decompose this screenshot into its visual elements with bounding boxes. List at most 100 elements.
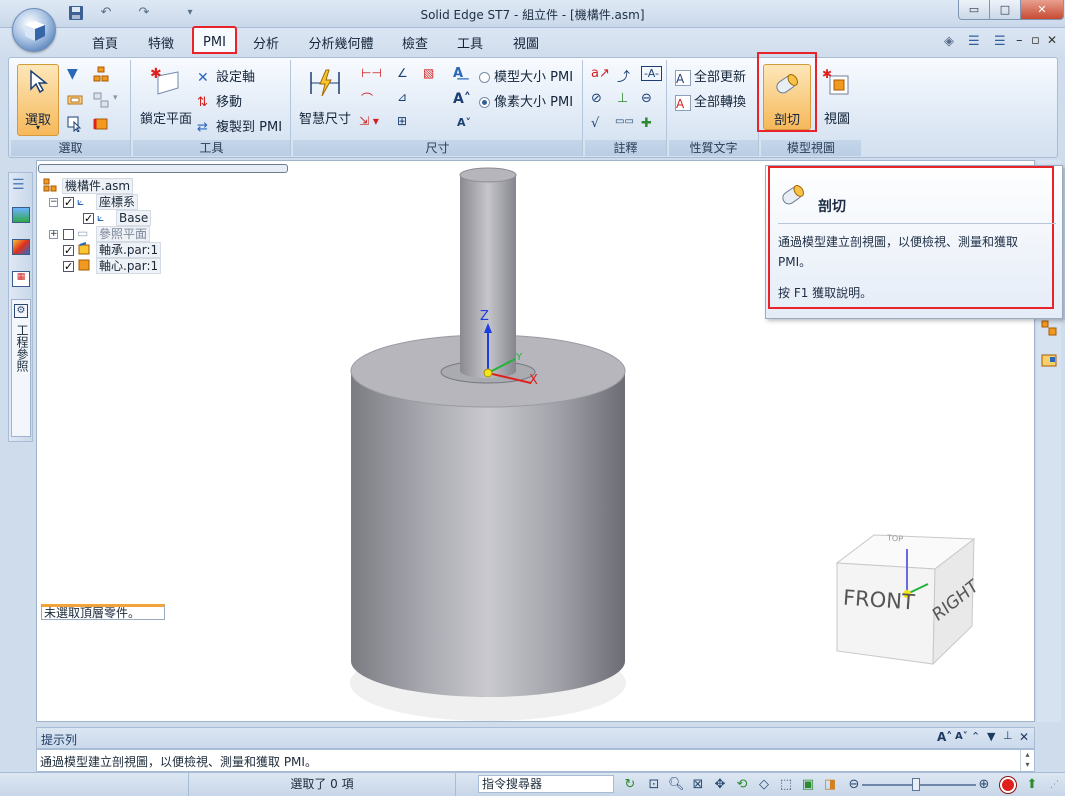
resize-grip-icon[interactable]: ⋰ [1050,780,1059,790]
select-group-dropdown-icon[interactable]: ▾ [93,92,123,110]
ribbon-options-icon[interactable]: ◈ [944,34,954,49]
select-parts-icon[interactable] [67,92,85,110]
cube-front-label[interactable]: FRONT [842,586,915,615]
callout-icon[interactable]: a↗ [591,66,610,81]
tree-item-bearing[interactable]: 軸承.par:1 [63,241,162,258]
section-button[interactable]: 剖切 [763,64,811,130]
prompt-menu-icon[interactable]: ▼ [987,730,995,743]
smart-dimension-button[interactable]: 智慧尺寸 [297,64,353,134]
model-size-pmi-radio[interactable] [479,72,490,83]
reference-planes-checkbox[interactable] [63,228,74,240]
doc-list-alt-icon[interactable]: ☰ [994,34,1006,49]
zoom-icon[interactable]: 🔍︎ [668,777,685,793]
leader-icon[interactable]: ⤴ [617,66,630,85]
minimize-button[interactable]: ▭ [958,0,990,20]
record-icon[interactable] [1000,777,1016,793]
cross-hatch-icon[interactable]: ✚ [641,116,652,131]
rotate-icon[interactable]: ⟲ [734,777,750,793]
symmetric-dimension-icon[interactable]: ⌒ [361,90,373,107]
tab-features[interactable]: 特徵 [138,35,184,55]
select-filter-icon[interactable]: ▼ [67,66,85,84]
move-button[interactable]: ⇅ 移動 [197,91,242,111]
tab-analysis[interactable]: 分析 [244,35,288,55]
assembly-library-icon[interactable] [1041,320,1057,336]
engineering-reference-tab[interactable]: ⚙ 工程參照 [11,299,31,437]
zoom-slider-thumb[interactable] [912,778,920,791]
decrease-text-icon[interactable]: A˅ [457,116,471,129]
select-button[interactable]: 選取 ▾ [17,64,59,136]
tree-item-coordinate-systems[interactable]: − ⟀ 座標系 [49,193,139,210]
tab-analysis-geometry[interactable]: 分析幾何體 [300,35,382,55]
spin-about-icon[interactable]: ◇ [756,777,772,793]
close-button[interactable]: ✕ [1020,0,1064,20]
tab-home[interactable]: 首頁 [80,35,130,55]
edge-condition-icon[interactable]: ▭▭ [615,116,634,127]
application-button[interactable] [12,8,56,52]
pixel-size-pmi-radio[interactable] [479,97,490,108]
fit-icon[interactable]: ⊠ [690,777,706,793]
update-all-button[interactable]: A 全部更新 [675,66,746,86]
feature-control-frame-icon[interactable]: -A- [641,66,662,81]
angle-dimension-icon[interactable]: ∠ [397,66,408,80]
coordinate-dimension-icon[interactable]: ▧ [423,66,434,80]
collapse-icon[interactable]: − [49,197,58,207]
prompt-close-icon[interactable]: ✕ [1019,730,1029,744]
dimension-axis-icon[interactable]: ⊞ [397,114,407,128]
family-of-assemblies-icon[interactable] [12,207,30,223]
named-views-icon[interactable]: ◨ [822,777,838,793]
view-orientation-icon[interactable]: ⬚ [778,777,794,793]
view-button[interactable]: ✱ 視圖 [817,64,857,130]
tree-item-base[interactable]: ⟀ Base [83,209,152,226]
tree-root[interactable]: 機構件.asm [43,177,134,194]
parts-library-icon[interactable] [1041,352,1057,368]
tab-tools[interactable]: 工具 [448,35,492,55]
select-tool-icon[interactable] [67,116,85,134]
tree-item-shaft[interactable]: 軸心.par:1 [63,257,162,274]
cube-top-label[interactable]: TOP [887,533,904,543]
command-finder-input[interactable]: 指令搜尋器 [478,775,614,793]
weld-symbol-icon[interactable]: ⊥ [617,91,628,106]
select-body-icon[interactable] [93,116,111,134]
prompt-bar-text-area[interactable]: 通過模型建立剖視圖，以便檢視、測量和獲取 PMI。 ▴ ▾ [36,749,1035,772]
doc-minimize-button[interactable]: – [1016,33,1023,48]
chamfer-dimension-icon[interactable]: ⊿ [397,90,407,104]
tab-pmi[interactable]: PMI [192,26,237,54]
increase-font-icon[interactable]: A˄ [937,730,952,744]
pathfinder-resize-handle[interactable] [38,164,288,173]
copy-to-pmi-button[interactable]: ⇄ 複製到 PMI [197,116,282,136]
shaded-view-icon[interactable]: ▣ [800,777,816,793]
angular-coordinate-icon[interactable]: ⇲ ▾ [359,114,379,128]
zoom-area-icon[interactable]: ⊡ [646,777,662,793]
tab-inspect[interactable]: 檢查 [392,35,438,55]
zoom-in-icon[interactable]: ⊕ [976,777,992,793]
zoom-out-icon[interactable]: ⊖ [846,777,862,793]
convert-all-button[interactable]: A 全部轉換 [675,91,746,111]
lock-plane-button[interactable]: ✱ 鎖定平面 [137,64,195,134]
model-size-pmi-option[interactable]: 模型大小 PMI [479,66,573,85]
coordinate-systems-checkbox[interactable] [63,195,74,210]
doc-list-icon[interactable]: ☰ [968,34,980,49]
assembly-structure-icon[interactable] [93,66,111,84]
distance-between-icon[interactable]: ⊢⊣ [361,66,382,80]
sensors-icon[interactable]: ▦ [12,271,30,287]
set-axis-button[interactable]: ✕ 設定軸 [197,66,255,86]
appearance-icon[interactable] [12,239,30,255]
expand-icon[interactable]: + [49,229,58,239]
doc-close-button[interactable]: ✕ [1047,33,1057,47]
pixel-size-pmi-option[interactable]: 像素大小 PMI [479,91,573,110]
base-checkbox[interactable] [83,211,94,226]
shaft-checkbox[interactable] [63,259,74,274]
refresh-icon[interactable]: ↻ [622,777,638,793]
datum-target-icon[interactable]: ⊖ [641,91,652,106]
balloon-icon[interactable]: ⊘ [591,91,602,106]
tab-view[interactable]: 視圖 [504,35,548,55]
assembly-model[interactable] [337,161,657,723]
bearing-checkbox[interactable] [63,243,74,258]
upload-icon[interactable]: ⬆ [1024,777,1040,793]
surface-texture-icon[interactable]: √ [591,116,599,131]
decrease-font-icon[interactable]: A˅ [955,731,968,742]
pan-icon[interactable]: ✥ [712,777,728,793]
collapse-prompt-icon[interactable]: ⌃ [971,730,980,743]
doc-restore-button[interactable]: ▫ [1031,33,1040,48]
increase-text-icon[interactable]: A˄ [453,91,471,107]
